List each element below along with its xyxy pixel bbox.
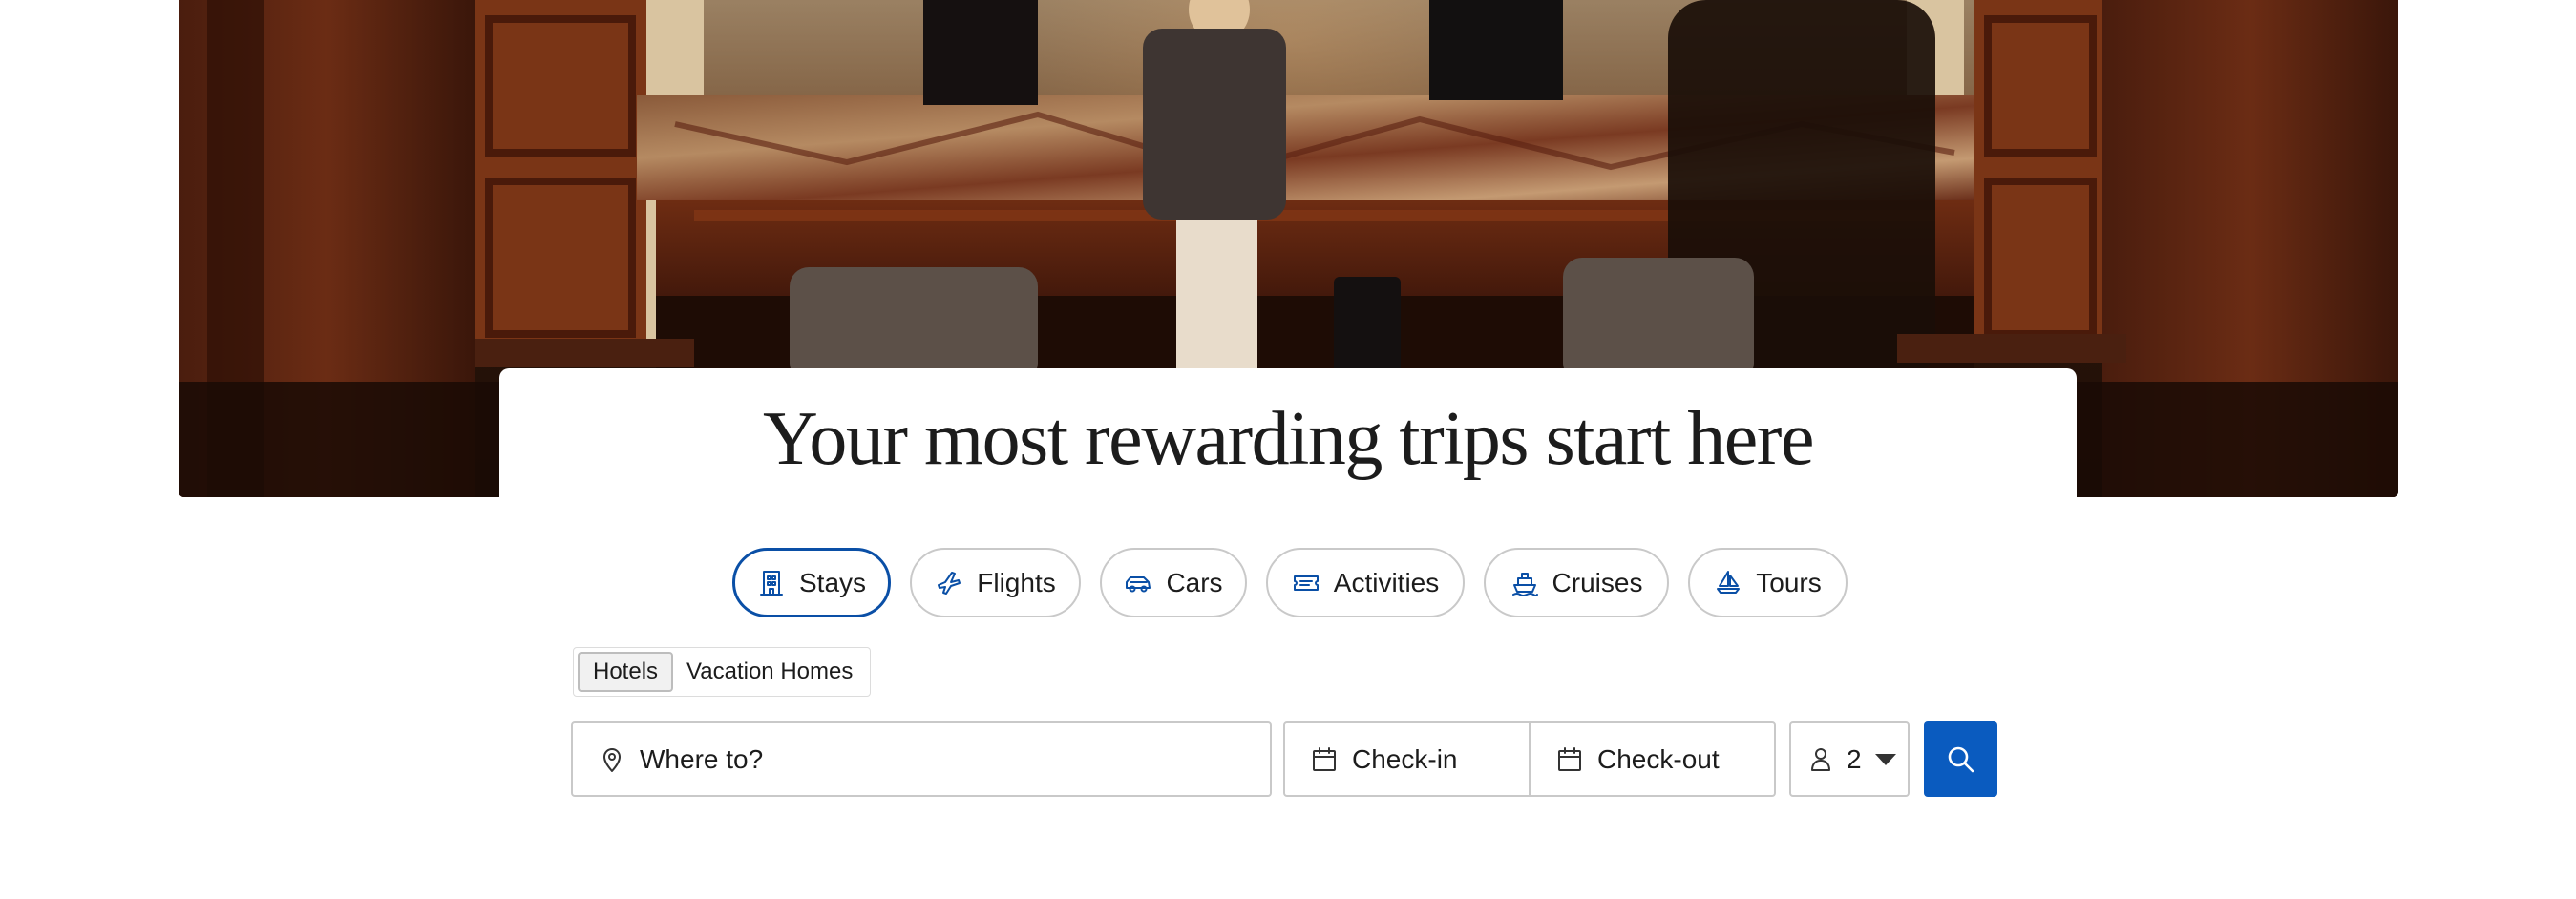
- sailboat-icon: [1714, 569, 1742, 597]
- tab-stays[interactable]: Stays: [732, 548, 891, 617]
- checkout-field[interactable]: Check-out: [1529, 721, 1776, 797]
- location-pin-icon: [598, 745, 626, 774]
- person-icon: [1806, 745, 1835, 774]
- subtab-vacation-homes[interactable]: Vacation Homes: [673, 652, 866, 692]
- search-button[interactable]: [1924, 721, 1997, 797]
- tab-label: Cruises: [1552, 567, 1643, 597]
- calendar-icon: [1555, 745, 1584, 774]
- tab-flights[interactable]: Flights: [910, 548, 1081, 617]
- guests-count: 2: [1847, 743, 1862, 774]
- car-icon: [1124, 569, 1152, 597]
- checkin-field[interactable]: Check-in: [1283, 721, 1531, 797]
- stay-type-toggle: Hotels Vacation Homes: [573, 647, 872, 697]
- checkin-label: Check-in: [1352, 743, 1458, 774]
- tab-activities[interactable]: Activities: [1266, 548, 1465, 617]
- checkout-label: Check-out: [1597, 743, 1720, 774]
- tab-label: Tours: [1756, 567, 1822, 597]
- ship-icon: [1510, 569, 1539, 597]
- tab-cruises[interactable]: Cruises: [1484, 548, 1669, 617]
- destination-field[interactable]: [571, 721, 1272, 797]
- tab-cars[interactable]: Cars: [1100, 548, 1247, 617]
- ticket-icon: [1292, 569, 1320, 597]
- building-icon: [757, 569, 786, 597]
- chevron-down-icon: [1874, 753, 1896, 765]
- tab-label: Activities: [1333, 567, 1440, 597]
- guests-selector[interactable]: 2: [1789, 721, 1910, 797]
- tab-label: Stays: [798, 567, 867, 597]
- tab-label: Cars: [1166, 567, 1223, 597]
- search-icon: [1948, 746, 1974, 772]
- subtab-hotels[interactable]: Hotels: [578, 652, 674, 692]
- calendar-icon: [1310, 745, 1339, 774]
- plane-icon: [935, 569, 963, 597]
- page-headline: Your most rewarding trips start here: [763, 397, 1814, 481]
- tab-label: Flights: [977, 567, 1056, 597]
- destination-input[interactable]: [640, 743, 1174, 775]
- tab-tours[interactable]: Tours: [1688, 548, 1848, 617]
- category-tabs: Stays Flights Cars Activities Cruises To…: [0, 548, 2576, 621]
